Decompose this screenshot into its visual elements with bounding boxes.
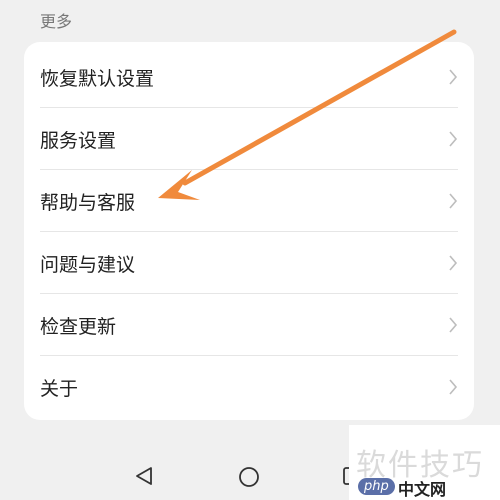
chevron-right-icon	[449, 131, 458, 147]
menu-item-label: 帮助与客服	[40, 191, 136, 214]
menu-item-label: 恢复默认设置	[40, 67, 155, 90]
menu-item-label: 服务设置	[40, 129, 117, 152]
menu-item-label: 检查更新	[40, 315, 117, 338]
chevron-right-icon	[449, 193, 458, 209]
home-circle-icon[interactable]	[238, 466, 260, 488]
chevron-right-icon	[449, 317, 458, 333]
chevron-right-icon	[449, 379, 458, 395]
chevron-right-icon	[449, 255, 458, 271]
menu-item-feedback[interactable]: 问题与建议	[24, 232, 474, 294]
menu-item-help-support[interactable]: 帮助与客服	[24, 170, 474, 232]
menu-item-service-settings[interactable]: 服务设置	[24, 108, 474, 170]
menu-item-label: 关于	[40, 377, 79, 400]
chevron-right-icon	[449, 69, 458, 85]
watermark-logo-site: 中文网	[398, 480, 447, 499]
back-triangle-icon[interactable]	[134, 466, 154, 486]
menu-item-check-updates[interactable]: 检查更新	[24, 294, 474, 356]
menu-item-label: 问题与建议	[40, 253, 136, 276]
watermark-logo-tag: php	[358, 478, 395, 495]
section-title: 更多	[40, 12, 73, 31]
menu-item-about[interactable]: 关于	[24, 356, 474, 418]
menu-item-restore-defaults[interactable]: 恢复默认设置	[24, 46, 474, 108]
settings-card: 恢复默认设置 服务设置 帮助与客服 问题与建议 检查更新 关于	[24, 42, 474, 420]
